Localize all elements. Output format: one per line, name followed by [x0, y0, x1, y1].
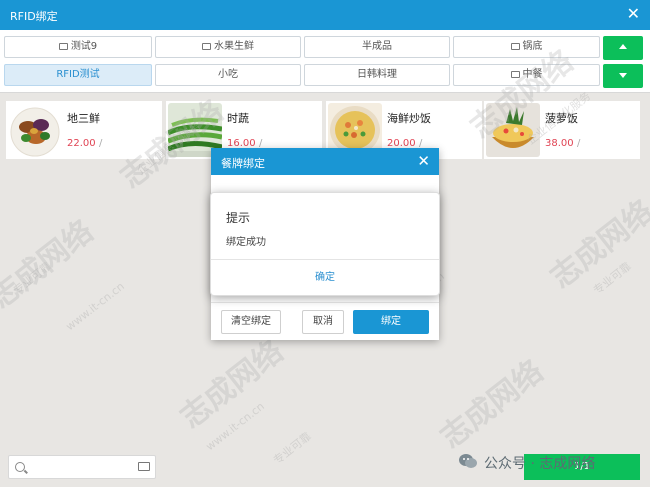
watermark-url: www.it-cn.cn — [63, 279, 127, 334]
watermark-brand: 志成网络 — [0, 214, 101, 316]
dish-name: 地三鲜 — [67, 112, 100, 125]
confirm-button[interactable]: 确定 — [211, 260, 439, 295]
dish-photo — [8, 103, 62, 157]
dish-price: 22.00 — [67, 138, 96, 149]
alert-message: 绑定成功 — [226, 237, 266, 248]
alert-title: 提示 — [226, 211, 251, 225]
cancel-button[interactable]: 取消 — [302, 310, 344, 334]
dish-name: 时蔬 — [227, 112, 249, 125]
watermark-url: www.it-cn.cn — [203, 399, 267, 454]
category-chinese[interactable]: 中餐 — [453, 64, 600, 86]
scroll-down-button[interactable] — [603, 64, 643, 88]
dish-name: 海鲜炒饭 — [387, 112, 431, 125]
window-title: RFID绑定 — [10, 10, 58, 23]
category-fruit[interactable]: 水果生鲜 — [155, 36, 301, 58]
divider — [211, 302, 439, 303]
dish-separator: / — [577, 138, 581, 149]
dish-name: 菠萝饭 — [545, 112, 578, 125]
watermark-brand: 志成网络 — [434, 354, 551, 456]
alert-dialog: 提示 绑定成功 确定 — [210, 192, 440, 296]
category-bar: 测试9 水果生鲜 半成品 锅底 RFID测试 小吃 日韩料理 中餐 — [0, 30, 650, 93]
watermark-slogan: 专业可靠 — [270, 429, 314, 468]
scroll-up-button[interactable] — [603, 36, 643, 60]
folder-icon — [58, 43, 68, 50]
close-icon[interactable]: ✕ — [417, 152, 430, 170]
bind-button[interactable]: 绑定 — [353, 310, 429, 334]
close-icon[interactable]: ✕ — [627, 5, 640, 23]
watermark-slogan: 专业可靠 — [590, 259, 634, 298]
folder-icon — [510, 43, 520, 50]
dish-separator: / — [99, 138, 103, 149]
wechat-icon — [459, 454, 477, 468]
category-rfid-test[interactable]: RFID测试 — [4, 64, 152, 86]
keyboard-icon[interactable] — [138, 462, 150, 471]
dish-card[interactable]: 菠萝饭 38.00 / — [484, 101, 640, 159]
dish-card[interactable]: 地三鲜 22.00 / — [6, 101, 162, 159]
category-semi[interactable]: 半成品 — [304, 36, 450, 58]
dialog-title: 餐牌绑定 — [221, 157, 265, 170]
search-icon — [15, 462, 25, 472]
folder-icon — [202, 43, 211, 50]
watermark-brand: 志成网络 — [544, 194, 650, 296]
search-input[interactable] — [8, 455, 156, 479]
title-bar: RFID绑定 ✕ — [0, 0, 650, 30]
dish-photo — [486, 103, 540, 157]
category-snack[interactable]: 小吃 — [155, 64, 301, 86]
category-hotpot-base[interactable]: 锅底 — [453, 36, 600, 58]
dialog-header: 餐牌绑定 ✕ — [211, 148, 439, 175]
arrow-down-icon — [619, 73, 627, 78]
watermark-brand: 志成网络 — [174, 334, 291, 436]
category-test9[interactable]: 测试9 — [4, 36, 152, 58]
category-japanese-korean[interactable]: 日韩料理 — [304, 64, 450, 86]
wechat-label: 公众号 · 志成网络 — [484, 456, 596, 472]
watermark-slogan: 专业可靠 — [10, 259, 54, 298]
dish-price: 38.00 — [545, 138, 574, 149]
folder-icon — [510, 71, 520, 78]
clear-binding-button[interactable]: 清空绑定 — [221, 310, 281, 334]
arrow-up-icon — [619, 44, 627, 49]
